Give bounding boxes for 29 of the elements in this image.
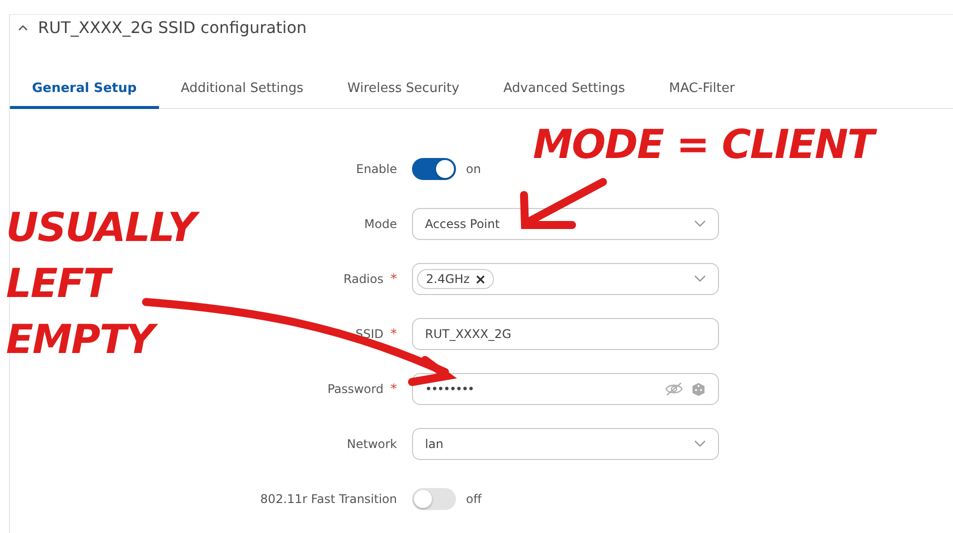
close-icon[interactable] [476,274,485,284]
section-title: RUT_XXXX_2G SSID configuration [38,18,307,36]
required-mark: * [390,326,397,342]
select-field[interactable]: lan [412,428,719,460]
chevron-down-icon [694,220,706,228]
tab[interactable]: Wireless Security [325,73,482,109]
field-label: Network [346,437,397,451]
field-label: Radios [344,272,384,286]
tab[interactable]: Additional Settings [158,73,326,109]
field-label: 802.11r Fast Transition [260,492,397,506]
tab[interactable]: General Setup [10,73,159,109]
multi-select-field[interactable]: 2.4GHz [412,263,719,295]
select-field[interactable]: Access Point [412,208,719,240]
required-mark: * [390,382,397,396]
chevron-down-icon [694,440,706,448]
chevron-up-icon[interactable] [18,24,28,30]
toggle-switch[interactable] [412,158,456,180]
required-mark: * [390,272,397,286]
input-field[interactable]: RUT_XXXX_2G [412,318,719,350]
chevron-down-icon [694,275,706,283]
field-label: Enable [356,162,397,176]
toggle-state-text: off [466,492,482,506]
toggle-state-text: on [466,162,481,176]
toggle-switch[interactable] [412,488,456,510]
tag-chip[interactable]: 2.4GHz [417,269,494,289]
tab[interactable]: MAC-Filter [647,73,757,109]
field-label: Mode [364,217,397,231]
tab[interactable]: Advanced Settings [481,73,647,109]
field-label: Password [327,382,384,396]
